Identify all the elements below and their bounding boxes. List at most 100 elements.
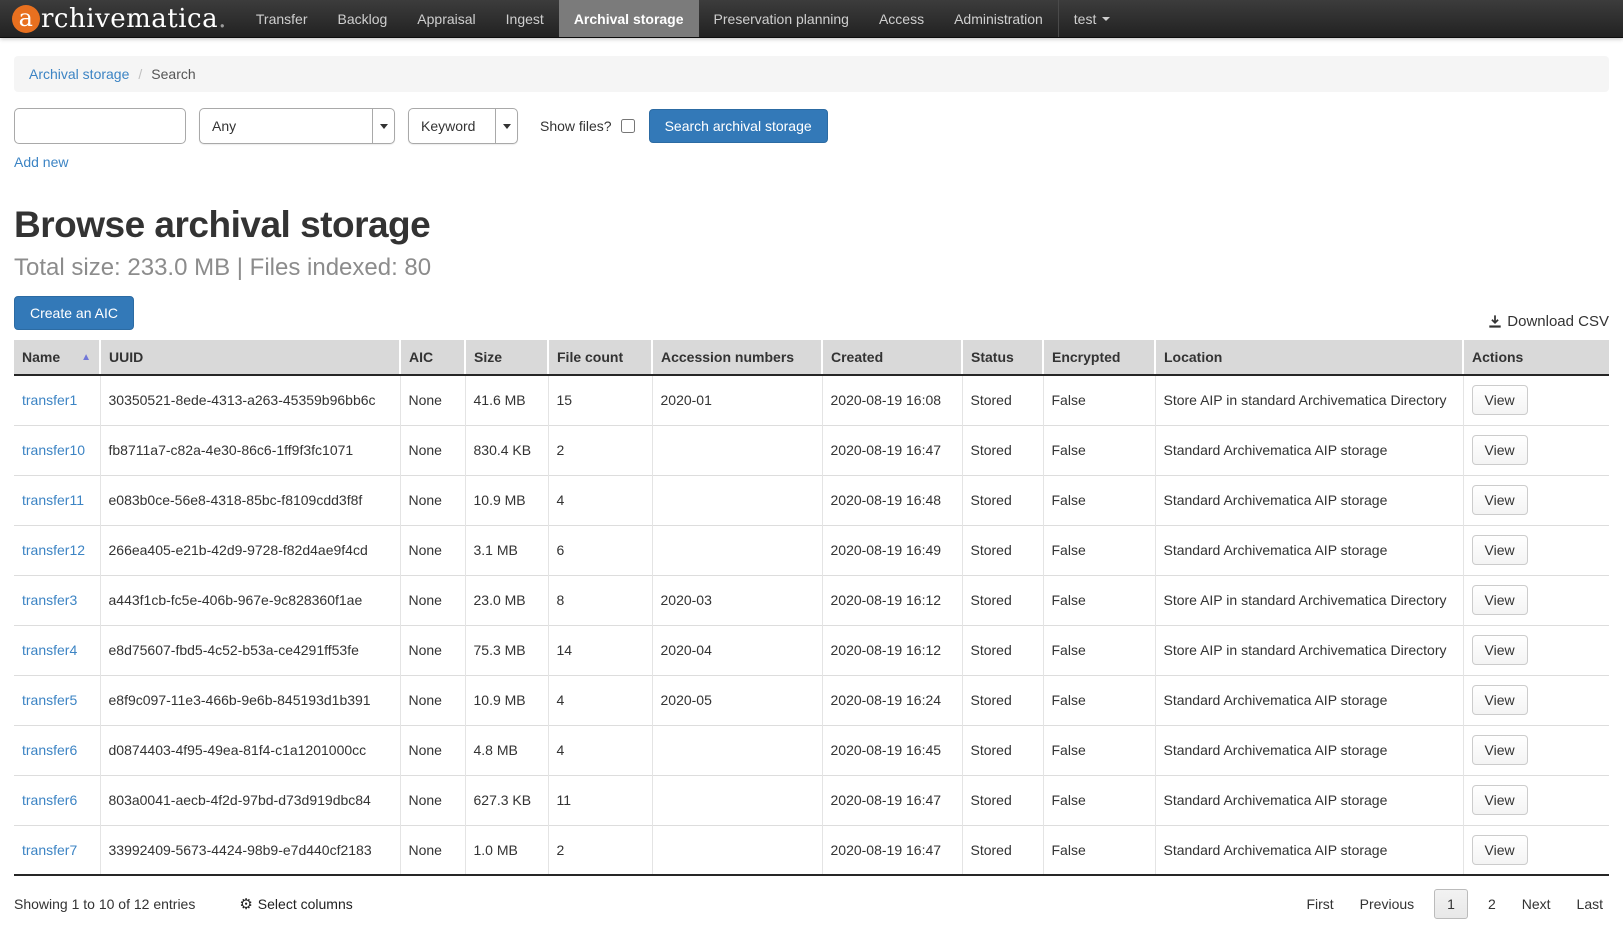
- download-csv-link[interactable]: Download CSV: [1488, 313, 1609, 330]
- column-header-size[interactable]: Size: [465, 340, 548, 375]
- storage-table-body: transfer1 30350521-8ede-4313-a263-45359b…: [14, 375, 1609, 875]
- size-cell: 10.9 MB: [465, 475, 548, 525]
- nav-item-backlog[interactable]: Backlog: [322, 0, 402, 37]
- size-cell: 41.6 MB: [465, 375, 548, 425]
- transfer-name-link[interactable]: transfer11: [22, 492, 84, 508]
- column-header-created[interactable]: Created: [822, 340, 962, 375]
- column-header-encrypted[interactable]: Encrypted: [1043, 340, 1155, 375]
- created-cell: 2020-08-19 16:08: [822, 375, 962, 425]
- transfer-name-link[interactable]: transfer3: [22, 592, 77, 608]
- column-header-name[interactable]: Name▲: [14, 340, 100, 375]
- encrypted-cell: False: [1043, 425, 1155, 475]
- column-header-actions[interactable]: Actions: [1463, 340, 1609, 375]
- encrypted-cell: False: [1043, 775, 1155, 825]
- select-columns-button[interactable]: ⚙ Select columns: [239, 896, 352, 912]
- view-button[interactable]: View: [1472, 435, 1528, 465]
- accession-numbers-cell: [652, 525, 822, 575]
- created-cell: 2020-08-19 16:47: [822, 425, 962, 475]
- sort-ascending-icon: ▲: [63, 352, 91, 363]
- transfer-name-link[interactable]: transfer4: [22, 642, 77, 658]
- logo-text: rchivematica: [41, 4, 218, 34]
- aic-cell: None: [400, 825, 465, 875]
- aic-cell: None: [400, 575, 465, 625]
- archivematica-logo[interactable]: archivematica.: [0, 0, 241, 37]
- pagination-page-2[interactable]: 2: [1482, 890, 1502, 918]
- accession-numbers-cell: [652, 725, 822, 775]
- view-button[interactable]: View: [1472, 685, 1528, 715]
- transfer-name-link[interactable]: transfer5: [22, 692, 77, 708]
- accession-numbers-cell: [652, 425, 822, 475]
- status-cell: Stored: [962, 825, 1043, 875]
- view-button[interactable]: View: [1472, 585, 1528, 615]
- table-footer: Showing 1 to 10 of 12 entries ⚙ Select c…: [14, 889, 1609, 943]
- file-count-cell: 15: [548, 375, 652, 425]
- view-button[interactable]: View: [1472, 785, 1528, 815]
- pagination-next[interactable]: Next: [1516, 890, 1557, 918]
- nav-item-ingest[interactable]: Ingest: [491, 0, 559, 37]
- select-columns-label: Select columns: [258, 896, 353, 912]
- breadcrumb-separator: /: [138, 66, 142, 82]
- download-icon: [1488, 314, 1502, 329]
- size-cell: 627.3 KB: [465, 775, 548, 825]
- transfer-name-link[interactable]: transfer12: [22, 542, 85, 558]
- uuid-cell: d0874403-4f95-49ea-81f4-c1a1201000cc: [100, 725, 400, 775]
- nav-item-archival-storage[interactable]: Archival storage: [559, 0, 699, 37]
- table-row: transfer12 266ea405-e21b-42d9-9728-f82d4…: [14, 525, 1609, 575]
- transfer-name-link[interactable]: transfer1: [22, 392, 77, 408]
- column-header-file-count[interactable]: File count: [548, 340, 652, 375]
- aic-cell: None: [400, 675, 465, 725]
- search-field-select[interactable]: Any: [199, 108, 395, 144]
- pagination-last[interactable]: Last: [1571, 890, 1609, 918]
- show-files-checkbox[interactable]: [621, 119, 635, 133]
- created-cell: 2020-08-19 16:48: [822, 475, 962, 525]
- view-button[interactable]: View: [1472, 535, 1528, 565]
- user-menu[interactable]: test: [1058, 0, 1126, 37]
- pagination-first[interactable]: First: [1300, 890, 1339, 918]
- status-cell: Stored: [962, 425, 1043, 475]
- pagination-page-1[interactable]: 1: [1434, 889, 1468, 919]
- location-cell: Standard Archivematica AIP storage: [1155, 475, 1463, 525]
- column-header-aic[interactable]: AIC: [400, 340, 465, 375]
- transfer-name-link[interactable]: transfer10: [22, 442, 85, 458]
- show-files-control: Show files?: [540, 118, 635, 134]
- file-count-cell: 14: [548, 625, 652, 675]
- accession-numbers-cell: [652, 475, 822, 525]
- view-button[interactable]: View: [1472, 385, 1528, 415]
- transfer-name-link[interactable]: transfer6: [22, 742, 77, 758]
- nav-item-access[interactable]: Access: [864, 0, 939, 37]
- column-header-location[interactable]: Location: [1155, 340, 1463, 375]
- view-button[interactable]: View: [1472, 735, 1528, 765]
- nav-item-preservation-planning[interactable]: Preservation planning: [699, 0, 864, 37]
- column-header-uuid[interactable]: UUID: [100, 340, 400, 375]
- user-menu-label: test: [1074, 11, 1097, 27]
- search-type-select[interactable]: Keyword: [408, 108, 518, 144]
- uuid-cell: a443f1cb-fc5e-406b-967e-9c828360f1ae: [100, 575, 400, 625]
- view-button[interactable]: View: [1472, 485, 1528, 515]
- archival-storage-table: Name▲ UUID AIC Size File count Accession…: [14, 340, 1609, 876]
- view-button[interactable]: View: [1472, 635, 1528, 665]
- add-new-link[interactable]: Add new: [14, 154, 68, 170]
- column-header-accession-numbers[interactable]: Accession numbers: [652, 340, 822, 375]
- pagination-previous[interactable]: Previous: [1354, 890, 1420, 918]
- uuid-cell: 803a0041-aecb-4f2d-97bd-d73d919dbc84: [100, 775, 400, 825]
- create-aic-button[interactable]: Create an AIC: [14, 296, 134, 330]
- size-cell: 3.1 MB: [465, 525, 548, 575]
- file-count-cell: 8: [548, 575, 652, 625]
- nav-item-administration[interactable]: Administration: [939, 0, 1058, 37]
- aic-cell: None: [400, 475, 465, 525]
- breadcrumb: Archival storage / Search: [14, 56, 1609, 92]
- table-row: transfer10 fb8711a7-c82a-4e30-86c6-1ff9f…: [14, 425, 1609, 475]
- location-cell: Standard Archivematica AIP storage: [1155, 525, 1463, 575]
- encrypted-cell: False: [1043, 725, 1155, 775]
- search-archival-storage-button[interactable]: Search archival storage: [649, 109, 828, 143]
- file-count-cell: 4: [548, 475, 652, 525]
- file-count-cell: 2: [548, 825, 652, 875]
- breadcrumb-archival-storage-link[interactable]: Archival storage: [29, 66, 129, 82]
- transfer-name-link[interactable]: transfer7: [22, 842, 77, 858]
- column-header-status[interactable]: Status: [962, 340, 1043, 375]
- nav-item-appraisal[interactable]: Appraisal: [402, 0, 490, 37]
- nav-item-transfer[interactable]: Transfer: [241, 0, 323, 37]
- search-query-input[interactable]: [14, 108, 186, 144]
- transfer-name-link[interactable]: transfer6: [22, 792, 77, 808]
- view-button[interactable]: View: [1472, 835, 1528, 865]
